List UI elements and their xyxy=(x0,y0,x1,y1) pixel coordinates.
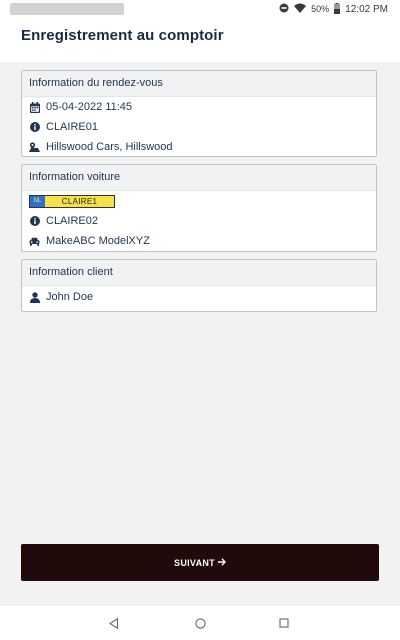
clock: 12:02 PM xyxy=(345,3,388,15)
info-icon xyxy=(29,122,40,133)
notification-area xyxy=(10,3,124,15)
next-button-label: SUIVANT xyxy=(174,557,215,568)
system-nav-bar xyxy=(0,606,400,640)
client-card-title: Information client xyxy=(22,260,376,286)
info-icon xyxy=(29,216,40,227)
arrow-right-icon xyxy=(217,557,226,568)
do-not-disturb-icon xyxy=(279,3,289,15)
back-icon[interactable] xyxy=(94,606,134,640)
appointment-reference: CLAIRE01 xyxy=(46,121,98,133)
plate-number: CLAIRE1 xyxy=(61,196,98,206)
status-bar: 50% 12:02 PM xyxy=(0,0,400,18)
app-header: Enregistrement au comptoir xyxy=(0,18,400,62)
client-card: Information client John Doe xyxy=(21,259,377,312)
car-model: MakeABC ModelXYZ xyxy=(46,235,150,247)
page-title: Enregistrement au comptoir xyxy=(21,27,224,44)
battery-icon xyxy=(334,2,341,16)
home-icon[interactable] xyxy=(180,606,220,640)
appointment-card: Information du rendez-vous 05-04-2022 11… xyxy=(21,70,377,157)
car-reference-row: CLAIRE02 xyxy=(22,211,376,231)
appointment-datetime: 05-04-2022 11:45 xyxy=(46,101,133,113)
car-card: Information voiture NL CLAIRE1 CLAIRE02 … xyxy=(21,164,377,252)
client-name: John Doe xyxy=(46,291,94,303)
next-button[interactable]: SUIVANT xyxy=(21,544,379,581)
client-name-row: John Doe xyxy=(22,287,376,307)
appointment-location: Hillswood Cars, Hillswood xyxy=(46,141,173,153)
appointment-location-row: Hillswood Cars, Hillswood xyxy=(22,137,376,157)
appointment-card-title: Information du rendez-vous xyxy=(22,71,376,97)
wifi-icon xyxy=(294,3,307,15)
appointment-reference-row: CLAIRE01 xyxy=(22,117,376,137)
calendar-icon xyxy=(29,101,40,113)
user-icon xyxy=(29,291,40,303)
battery-percent: 50% xyxy=(311,4,330,14)
car-card-title: Information voiture xyxy=(22,165,376,191)
plate-country: NL xyxy=(30,195,45,207)
license-plate: NL CLAIRE1 xyxy=(29,194,115,208)
car-reference: CLAIRE02 xyxy=(46,215,98,227)
location-icon xyxy=(29,142,40,153)
status-indicators: 50% 12:02 PM xyxy=(279,2,388,16)
license-plate-row: NL CLAIRE1 xyxy=(22,191,376,211)
car-model-row: MakeABC ModelXYZ xyxy=(22,231,376,251)
car-icon xyxy=(29,236,40,247)
recents-icon[interactable] xyxy=(264,606,304,640)
appointment-datetime-row: 05-04-2022 11:45 xyxy=(22,97,376,117)
